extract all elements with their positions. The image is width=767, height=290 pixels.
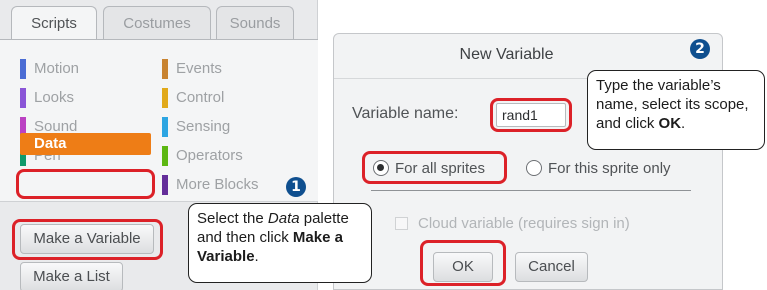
data-category-highlight (16, 169, 155, 199)
dialog-divider (371, 190, 691, 191)
ok-button-highlight (420, 240, 506, 286)
category-label: More Blocks (176, 176, 259, 193)
step-1-badge: 1 (286, 177, 306, 197)
cloud-variable-label: Cloud variable (requires sign in) (418, 215, 630, 232)
category-label: Motion (34, 60, 80, 77)
category-operators[interactable]: Operators (162, 146, 292, 166)
callout-step-2: Type the variable’s name, select its sco… (587, 70, 765, 150)
make-variable-highlight (12, 219, 163, 260)
cloud-variable-checkbox[interactable] (395, 217, 408, 230)
category-color-swatch (162, 175, 168, 195)
scope-highlight (362, 151, 507, 184)
category-more-blocks[interactable]: More Blocks (162, 175, 292, 195)
category-label: Control (176, 89, 225, 106)
callout-1-end: . (254, 248, 259, 265)
category-looks[interactable]: Looks (20, 88, 160, 108)
tab-bar: Scripts Costumes Sounds (0, 0, 318, 41)
category-label: Events (176, 60, 222, 77)
category-events[interactable]: Events (162, 59, 292, 79)
step-2-badge: 2 (690, 39, 710, 59)
category-color-swatch (20, 88, 26, 108)
variable-name-highlight (490, 98, 572, 132)
tab-scripts[interactable]: Scripts (11, 6, 97, 41)
tab-costumes[interactable]: Costumes (103, 6, 211, 40)
category-color-swatch (162, 117, 168, 137)
category-label: Looks (34, 89, 75, 106)
callout-1-text: Select the (197, 210, 268, 227)
category-color-swatch (162, 146, 168, 166)
category-sensing[interactable]: Sensing (162, 117, 292, 137)
callout-1-italic: Data (267, 210, 300, 227)
category-data-selected[interactable]: Data (20, 133, 151, 155)
tab-sounds[interactable]: Sounds (216, 6, 294, 40)
callout-step-1: Select the Data palette and then click M… (188, 203, 372, 283)
category-color-swatch (162, 59, 168, 79)
category-color-swatch (162, 88, 168, 108)
dialog-title: New Variable (459, 46, 554, 63)
category-label: Data (34, 135, 67, 152)
category-motion[interactable]: Motion (20, 59, 160, 79)
scope-this-sprite-radio[interactable] (526, 160, 542, 176)
cancel-button[interactable]: Cancel (515, 252, 588, 282)
variable-name-label: Variable name: (352, 105, 459, 122)
make-a-list-button[interactable]: Make a List (20, 262, 123, 290)
category-color-swatch (20, 59, 26, 79)
callout-2-end: . (681, 115, 686, 132)
callout-2-bold: OK (658, 115, 682, 132)
category-control[interactable]: Control (162, 88, 292, 108)
scope-this-sprite-label: For this sprite only (548, 160, 671, 177)
category-label: Operators (176, 147, 243, 164)
category-label: Sensing (176, 118, 231, 135)
